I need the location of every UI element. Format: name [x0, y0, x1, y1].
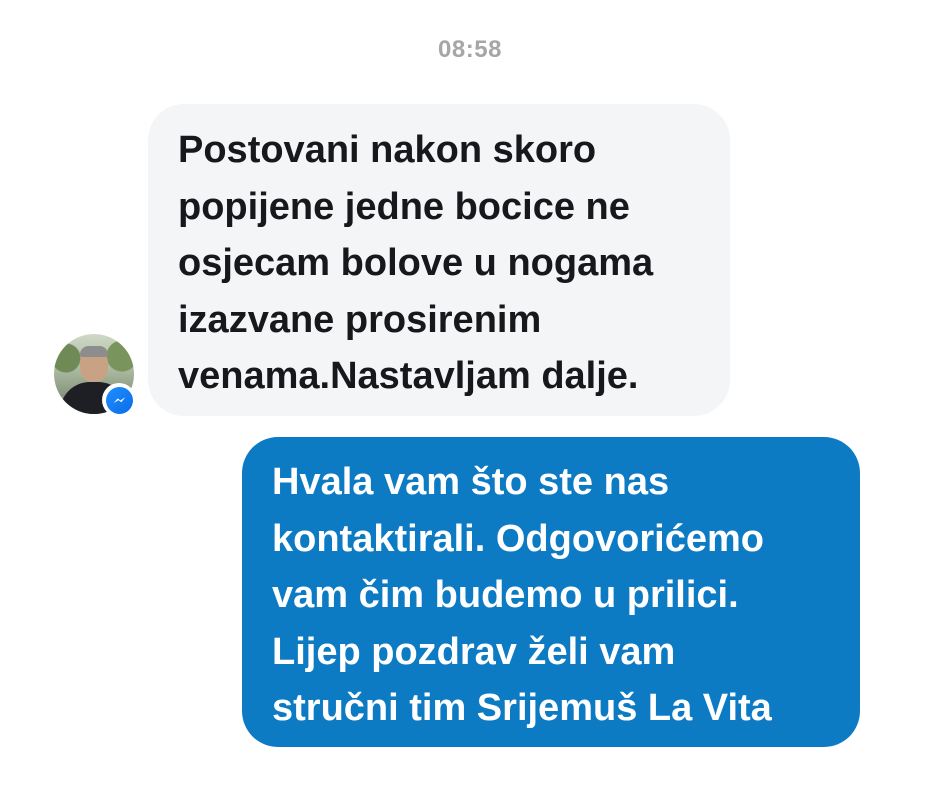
incoming-message-bubble[interactable]: Postovani nakon skoro popijene jedne boc… — [148, 104, 730, 416]
outgoing-message-bubble[interactable]: Hvala vam što ste nas kontaktirali. Odgo… — [242, 437, 860, 747]
messenger-icon — [102, 383, 136, 417]
message-timestamp: 08:58 — [438, 36, 502, 63]
avatar-hair — [80, 346, 108, 357]
